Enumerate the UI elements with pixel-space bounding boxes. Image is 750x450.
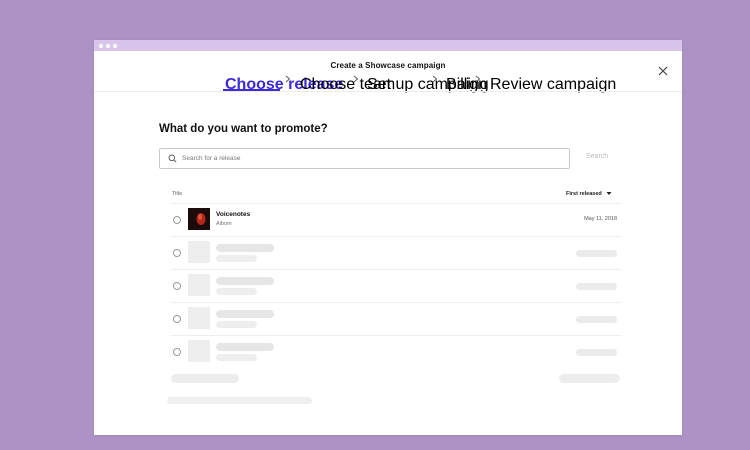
search-icon — [168, 154, 177, 163]
placeholder-row — [171, 335, 621, 369]
release-type: Album — [216, 221, 232, 227]
skeleton-footer — [167, 397, 312, 404]
album-art-image — [188, 208, 210, 230]
album-artwork — [188, 208, 210, 230]
window-dot — [113, 44, 117, 48]
search-input[interactable] — [182, 152, 552, 164]
placeholder-row — [171, 269, 621, 303]
column-header-title: Title — [172, 191, 183, 197]
section-heading: What do you want to promote? — [159, 123, 328, 135]
skeleton-line — [216, 244, 274, 252]
sort-first-released[interactable]: First released — [566, 191, 612, 197]
skeleton-thumb — [188, 307, 210, 329]
release-radio[interactable] — [173, 315, 181, 323]
chevron-right-icon — [432, 75, 438, 83]
window-titlebar — [94, 40, 682, 51]
page-title: Create a Showcase campaign — [330, 61, 446, 70]
chevron-right-icon — [353, 75, 359, 83]
release-radio[interactable] — [173, 282, 181, 290]
skeleton-date — [576, 316, 617, 323]
skeleton-pagination-left — [171, 374, 239, 383]
release-row[interactable]: Voicenotes Album May 11, 2018 — [171, 203, 621, 237]
release-date: May 11, 2018 — [584, 216, 617, 222]
skeleton-line — [216, 255, 257, 262]
chevron-down-icon — [606, 192, 612, 196]
release-radio[interactable] — [173, 216, 181, 224]
release-radio[interactable] — [173, 249, 181, 257]
search-box — [159, 148, 570, 169]
header-divider — [94, 91, 682, 92]
release-title: Voicenotes — [216, 211, 251, 218]
placeholder-row — [171, 236, 621, 270]
skeleton-line — [216, 310, 274, 318]
skeleton-date — [576, 349, 617, 356]
close-icon[interactable] — [656, 64, 670, 78]
sort-label: First released — [566, 191, 602, 197]
release-radio[interactable] — [173, 348, 181, 356]
skeleton-line — [216, 343, 274, 351]
placeholder-row — [171, 302, 621, 336]
window-dot — [99, 44, 103, 48]
skeleton-pagination-right — [559, 374, 620, 383]
skeleton-thumb — [188, 241, 210, 263]
chevron-right-icon — [475, 75, 481, 83]
skeleton-line — [216, 288, 257, 295]
search-button[interactable]: Search — [586, 153, 608, 160]
skeleton-line — [216, 354, 257, 361]
campaign-window: Create a Showcase campaign Choose releas… — [94, 40, 682, 435]
skeleton-thumb — [188, 274, 210, 296]
window-dot — [106, 44, 110, 48]
skeleton-date — [576, 283, 617, 290]
skeleton-line — [216, 321, 257, 328]
chevron-right-icon — [285, 75, 291, 83]
skeleton-line — [216, 277, 274, 285]
skeleton-date — [576, 250, 617, 257]
skeleton-thumb — [188, 340, 210, 362]
